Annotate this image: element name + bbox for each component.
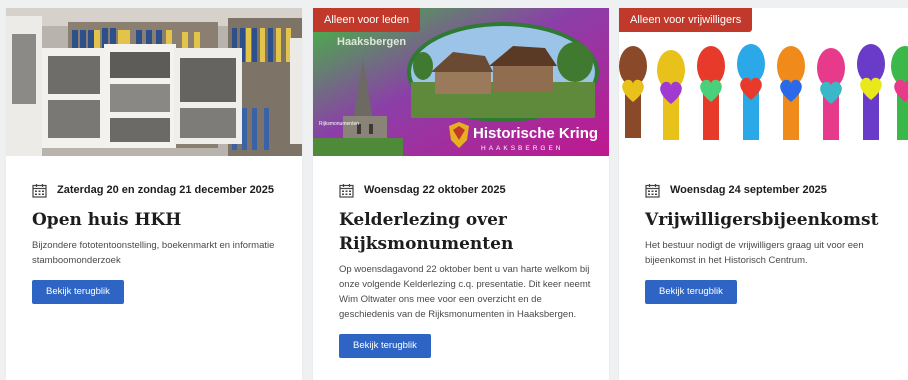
- event-image-hands[interactable]: Alleen voor vrijwilligers: [619, 8, 908, 156]
- event-description: Bijzondere fototentoonstelling, boekenma…: [32, 240, 275, 266]
- event-title[interactable]: Kelderlezing over Rijksmonumenten: [339, 208, 593, 256]
- poster-top-text: Haaksbergen: [337, 36, 406, 48]
- poster-inner-label: Rijksmonumenten: [319, 121, 359, 127]
- card-body: Woensdag 22 oktober 2025 Kelderlezing ov…: [339, 180, 593, 358]
- event-card-open-huis[interactable]: Zaterdag 20 en zondag 21 december 2025 O…: [6, 8, 302, 380]
- members-only-badge: Alleen voor leden: [313, 8, 421, 32]
- poster-brand-sub: HAAKSBERGEN: [481, 145, 564, 152]
- poster-brand-name: Historische Kring: [473, 125, 598, 142]
- bekijk-terugblik-button[interactable]: Bekijk terugblik: [339, 334, 431, 358]
- event-date-row: Zaterdag 20 en zondag 21 december 2025: [32, 180, 286, 200]
- event-description: Het bestuur nodigt de vrijwilligers graa…: [645, 240, 864, 266]
- bekijk-terugblik-button[interactable]: Bekijk terugblik: [645, 280, 737, 304]
- event-card-kelderlezing[interactable]: Haaksbergen Rijksmonumenten Historische …: [313, 8, 609, 380]
- event-card-vrijwilligers[interactable]: Alleen voor vrijwilligers Woensdag 24 se…: [619, 8, 908, 380]
- bekijk-terugblik-button[interactable]: Bekijk terugblik: [32, 280, 124, 304]
- event-title[interactable]: Vrijwilligersbijeenkomst: [645, 208, 899, 232]
- event-date-row: Woensdag 24 september 2025: [645, 180, 899, 200]
- event-date: Woensdag 22 oktober 2025: [364, 184, 506, 196]
- event-image-poster[interactable]: Haaksbergen Rijksmonumenten Historische …: [313, 8, 609, 156]
- event-image-archive[interactable]: [6, 8, 302, 156]
- event-date-row: Woensdag 22 oktober 2025: [339, 180, 593, 200]
- calendar-icon: [32, 183, 47, 198]
- calendar-icon: [645, 183, 660, 198]
- event-title[interactable]: Open huis HKH: [32, 208, 286, 232]
- volunteers-only-badge: Alleen voor vrijwilligers: [619, 8, 753, 32]
- card-body: Zaterdag 20 en zondag 21 december 2025 O…: [32, 180, 286, 304]
- calendar-icon: [339, 183, 354, 198]
- event-date: Zaterdag 20 en zondag 21 december 2025: [57, 184, 275, 196]
- event-description: Op woensdagavond 22 oktober bent u van h…: [339, 264, 591, 320]
- event-date: Woensdag 24 september 2025: [670, 184, 827, 196]
- card-body: Woensdag 24 september 2025 Vrijwilligers…: [645, 180, 899, 304]
